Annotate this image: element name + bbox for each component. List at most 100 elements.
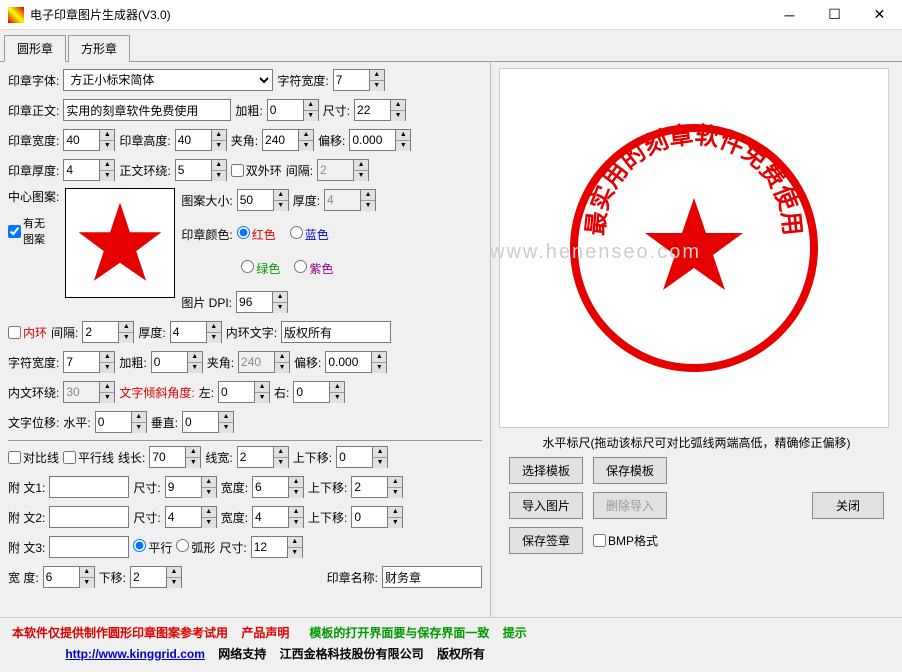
bottom-width[interactable] xyxy=(43,566,79,588)
inner-gap-input[interactable] xyxy=(82,321,118,343)
seal-preview: 最实用的刻章软件免费使用 www.henenseo.com xyxy=(499,68,889,428)
bottom-down[interactable] xyxy=(130,566,166,588)
inner-thick-label: 厚度: xyxy=(138,324,165,341)
save-signature-button[interactable]: 保存签章 xyxy=(509,527,583,554)
font-select[interactable]: 方正小标宋简体 xyxy=(63,69,273,91)
att3-parallel[interactable] xyxy=(133,539,146,552)
center-label: 中心图案: xyxy=(8,188,59,205)
thick-input[interactable] xyxy=(63,159,99,181)
color-red[interactable] xyxy=(237,226,250,239)
tab-bar: 圆形章 方形章 xyxy=(0,30,902,62)
linelen-input[interactable] xyxy=(149,446,185,468)
gap-label: 间隔: xyxy=(286,162,313,179)
bold-label: 加粗: xyxy=(235,102,262,119)
att1-ud[interactable] xyxy=(351,476,387,498)
att2-width[interactable] xyxy=(252,506,288,528)
footer-tip: 提示 xyxy=(503,626,527,640)
pattern-size-input[interactable] xyxy=(237,189,273,211)
center-thick-label: 厚度: xyxy=(293,192,320,209)
star-preview xyxy=(65,188,175,298)
att1-width[interactable] xyxy=(252,476,288,498)
ifw-label: 字符宽度: xyxy=(8,354,59,371)
bmp-check[interactable] xyxy=(593,534,606,547)
close-button[interactable]: ✕ xyxy=(857,0,902,30)
parallel-check[interactable] xyxy=(63,451,76,464)
sealh-label: 印章高度: xyxy=(119,132,170,149)
color-blue[interactable] xyxy=(290,226,303,239)
save-template-button[interactable]: 保存模板 xyxy=(593,457,667,484)
import-image-button[interactable]: 导入图片 xyxy=(509,492,583,519)
size-spin[interactable]: ▲▼ xyxy=(390,99,406,121)
ifo-label: 偏移: xyxy=(294,354,321,371)
font-label: 印章字体: xyxy=(8,72,59,89)
tilt-label: 文字倾斜角度: xyxy=(119,384,194,401)
dpi-input[interactable] xyxy=(236,291,272,313)
angle-input[interactable] xyxy=(262,129,298,151)
tilt-left-input[interactable] xyxy=(218,381,254,403)
ts-v-label: 垂直: xyxy=(151,414,178,431)
app-icon xyxy=(8,7,24,23)
thick-label: 印章厚度: xyxy=(8,162,59,179)
linew-input[interactable] xyxy=(237,446,273,468)
wrap-input[interactable] xyxy=(175,159,211,181)
inner-ring-label: 内环 xyxy=(23,324,47,341)
ifb-label: 加粗: xyxy=(119,354,146,371)
att3-size[interactable] xyxy=(251,536,287,558)
choose-template-button[interactable]: 选择模板 xyxy=(509,457,583,484)
offset-label: 偏移: xyxy=(318,132,345,149)
ruler-hint: 水平标尺(拖动该标尺可对比弧线两端高低，精确修正偏移) xyxy=(499,428,894,457)
dbl-outer-check[interactable] xyxy=(231,164,244,177)
size-input[interactable] xyxy=(354,99,390,121)
charwidth-input[interactable] xyxy=(333,69,369,91)
ifa-input xyxy=(238,351,274,373)
minimize-button[interactable]: ─ xyxy=(767,0,812,30)
color-label: 印章颜色: xyxy=(181,226,232,243)
att2-ud[interactable] xyxy=(351,506,387,528)
bold-spin[interactable]: ▲▼ xyxy=(303,99,319,121)
color-green[interactable] xyxy=(241,260,254,273)
watermark: www.henenseo.com xyxy=(490,241,701,264)
angle-label: 夹角: xyxy=(231,132,258,149)
wrap-label: 正文环绕: xyxy=(119,162,170,179)
center-thick-input xyxy=(324,189,360,211)
sealh-input[interactable] xyxy=(175,129,211,151)
seal-name-input[interactable] xyxy=(382,566,482,588)
text-input[interactable] xyxy=(63,99,231,121)
inner-text-input[interactable] xyxy=(281,321,391,343)
att1-input[interactable] xyxy=(49,476,129,498)
att2-input[interactable] xyxy=(49,506,129,528)
sealw-input[interactable] xyxy=(63,129,99,151)
sealw-label: 印章宽度: xyxy=(8,132,59,149)
maximize-button[interactable]: ☐ xyxy=(812,0,857,30)
tilt-right-input[interactable] xyxy=(293,381,329,403)
ifo-input[interactable] xyxy=(325,351,371,373)
ts-h-input[interactable] xyxy=(95,411,131,433)
ts-v-input[interactable] xyxy=(182,411,218,433)
close-app-button[interactable]: 关闭 xyxy=(812,492,884,519)
att2-size[interactable] xyxy=(165,506,201,528)
lineud-input[interactable] xyxy=(336,446,372,468)
inner-gap-label: 间隔: xyxy=(51,324,78,341)
tab-square[interactable]: 方形章 xyxy=(68,35,130,62)
offset-input[interactable] xyxy=(349,129,395,151)
tab-round[interactable]: 圆形章 xyxy=(4,35,66,62)
footer-support: 网络支持 xyxy=(218,647,266,661)
charwidth-label: 字符宽度: xyxy=(277,72,328,89)
inner-thick-input[interactable] xyxy=(170,321,206,343)
ifw-input[interactable] xyxy=(63,351,99,373)
ifb-input[interactable] xyxy=(151,351,187,373)
has-img-check[interactable] xyxy=(8,225,21,238)
inner-ring-check[interactable] xyxy=(8,326,21,339)
footer-link[interactable]: http://www.kinggrid.com xyxy=(65,647,205,661)
tilt-right-label: 右: xyxy=(274,384,289,401)
charwidth-spin[interactable]: ▲▼ xyxy=(369,69,385,91)
bold-input[interactable] xyxy=(267,99,303,121)
att1-size[interactable] xyxy=(165,476,201,498)
att3-input[interactable] xyxy=(49,536,129,558)
color-purple[interactable] xyxy=(294,260,307,273)
footer-copyright: 版权所有 xyxy=(437,647,485,661)
ts-h-label: 水平: xyxy=(63,414,90,431)
footer-product: 产品声明 xyxy=(241,626,289,640)
contrast-check[interactable] xyxy=(8,451,21,464)
att3-arc[interactable] xyxy=(176,539,189,552)
